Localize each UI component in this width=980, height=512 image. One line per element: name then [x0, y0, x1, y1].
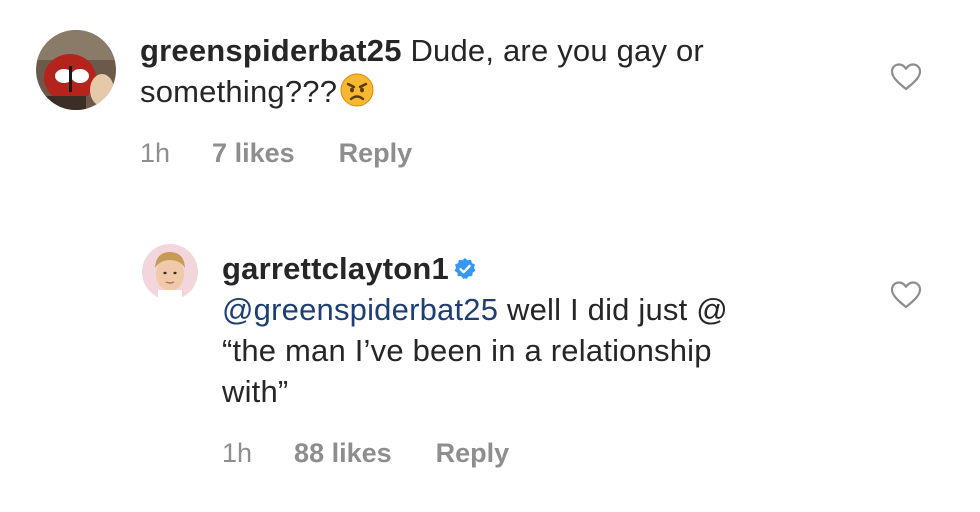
like-heart-icon[interactable] — [890, 280, 922, 310]
comment-likes-count[interactable]: 88 likes — [294, 438, 392, 469]
comment-likes-count[interactable]: 7 likes — [212, 138, 295, 169]
avatar[interactable] — [142, 244, 198, 300]
like-heart-icon[interactable] — [890, 62, 922, 92]
comment-timestamp: 1h — [222, 438, 253, 468]
avatar-image — [142, 244, 198, 300]
reply-button[interactable]: Reply — [436, 438, 510, 469]
comment-meta: 1h 7 likes Reply — [140, 138, 412, 169]
comment-username[interactable]: greenspiderbat25 — [140, 33, 402, 68]
angry-face-emoji-icon — [339, 72, 375, 108]
comment-meta: 1h 88 likes Reply — [222, 438, 509, 469]
comment-username[interactable]: garrettclayton1 — [222, 251, 449, 286]
comment-text: garrettclayton1 @greenspiderbat25 well I… — [222, 248, 872, 412]
verified-badge-icon — [453, 250, 477, 279]
avatar-image — [36, 30, 116, 110]
comment-text: greenspiderbat25 Dude, are you gay or so… — [140, 30, 860, 112]
reply-button[interactable]: Reply — [339, 138, 413, 169]
comment-body-line1: Dude, are you gay or — [401, 33, 704, 68]
comment-body-line2: something??? — [140, 74, 338, 109]
mention-link[interactable]: @greenspiderbat25 — [222, 292, 498, 327]
avatar[interactable] — [36, 30, 116, 110]
comment-timestamp: 1h — [140, 138, 171, 168]
comment-body-line1: well I did just @ — [498, 292, 728, 327]
comment-body-line3: with” — [222, 374, 289, 409]
comment-body-line2: “the man I’ve been in a relationship — [222, 333, 712, 368]
